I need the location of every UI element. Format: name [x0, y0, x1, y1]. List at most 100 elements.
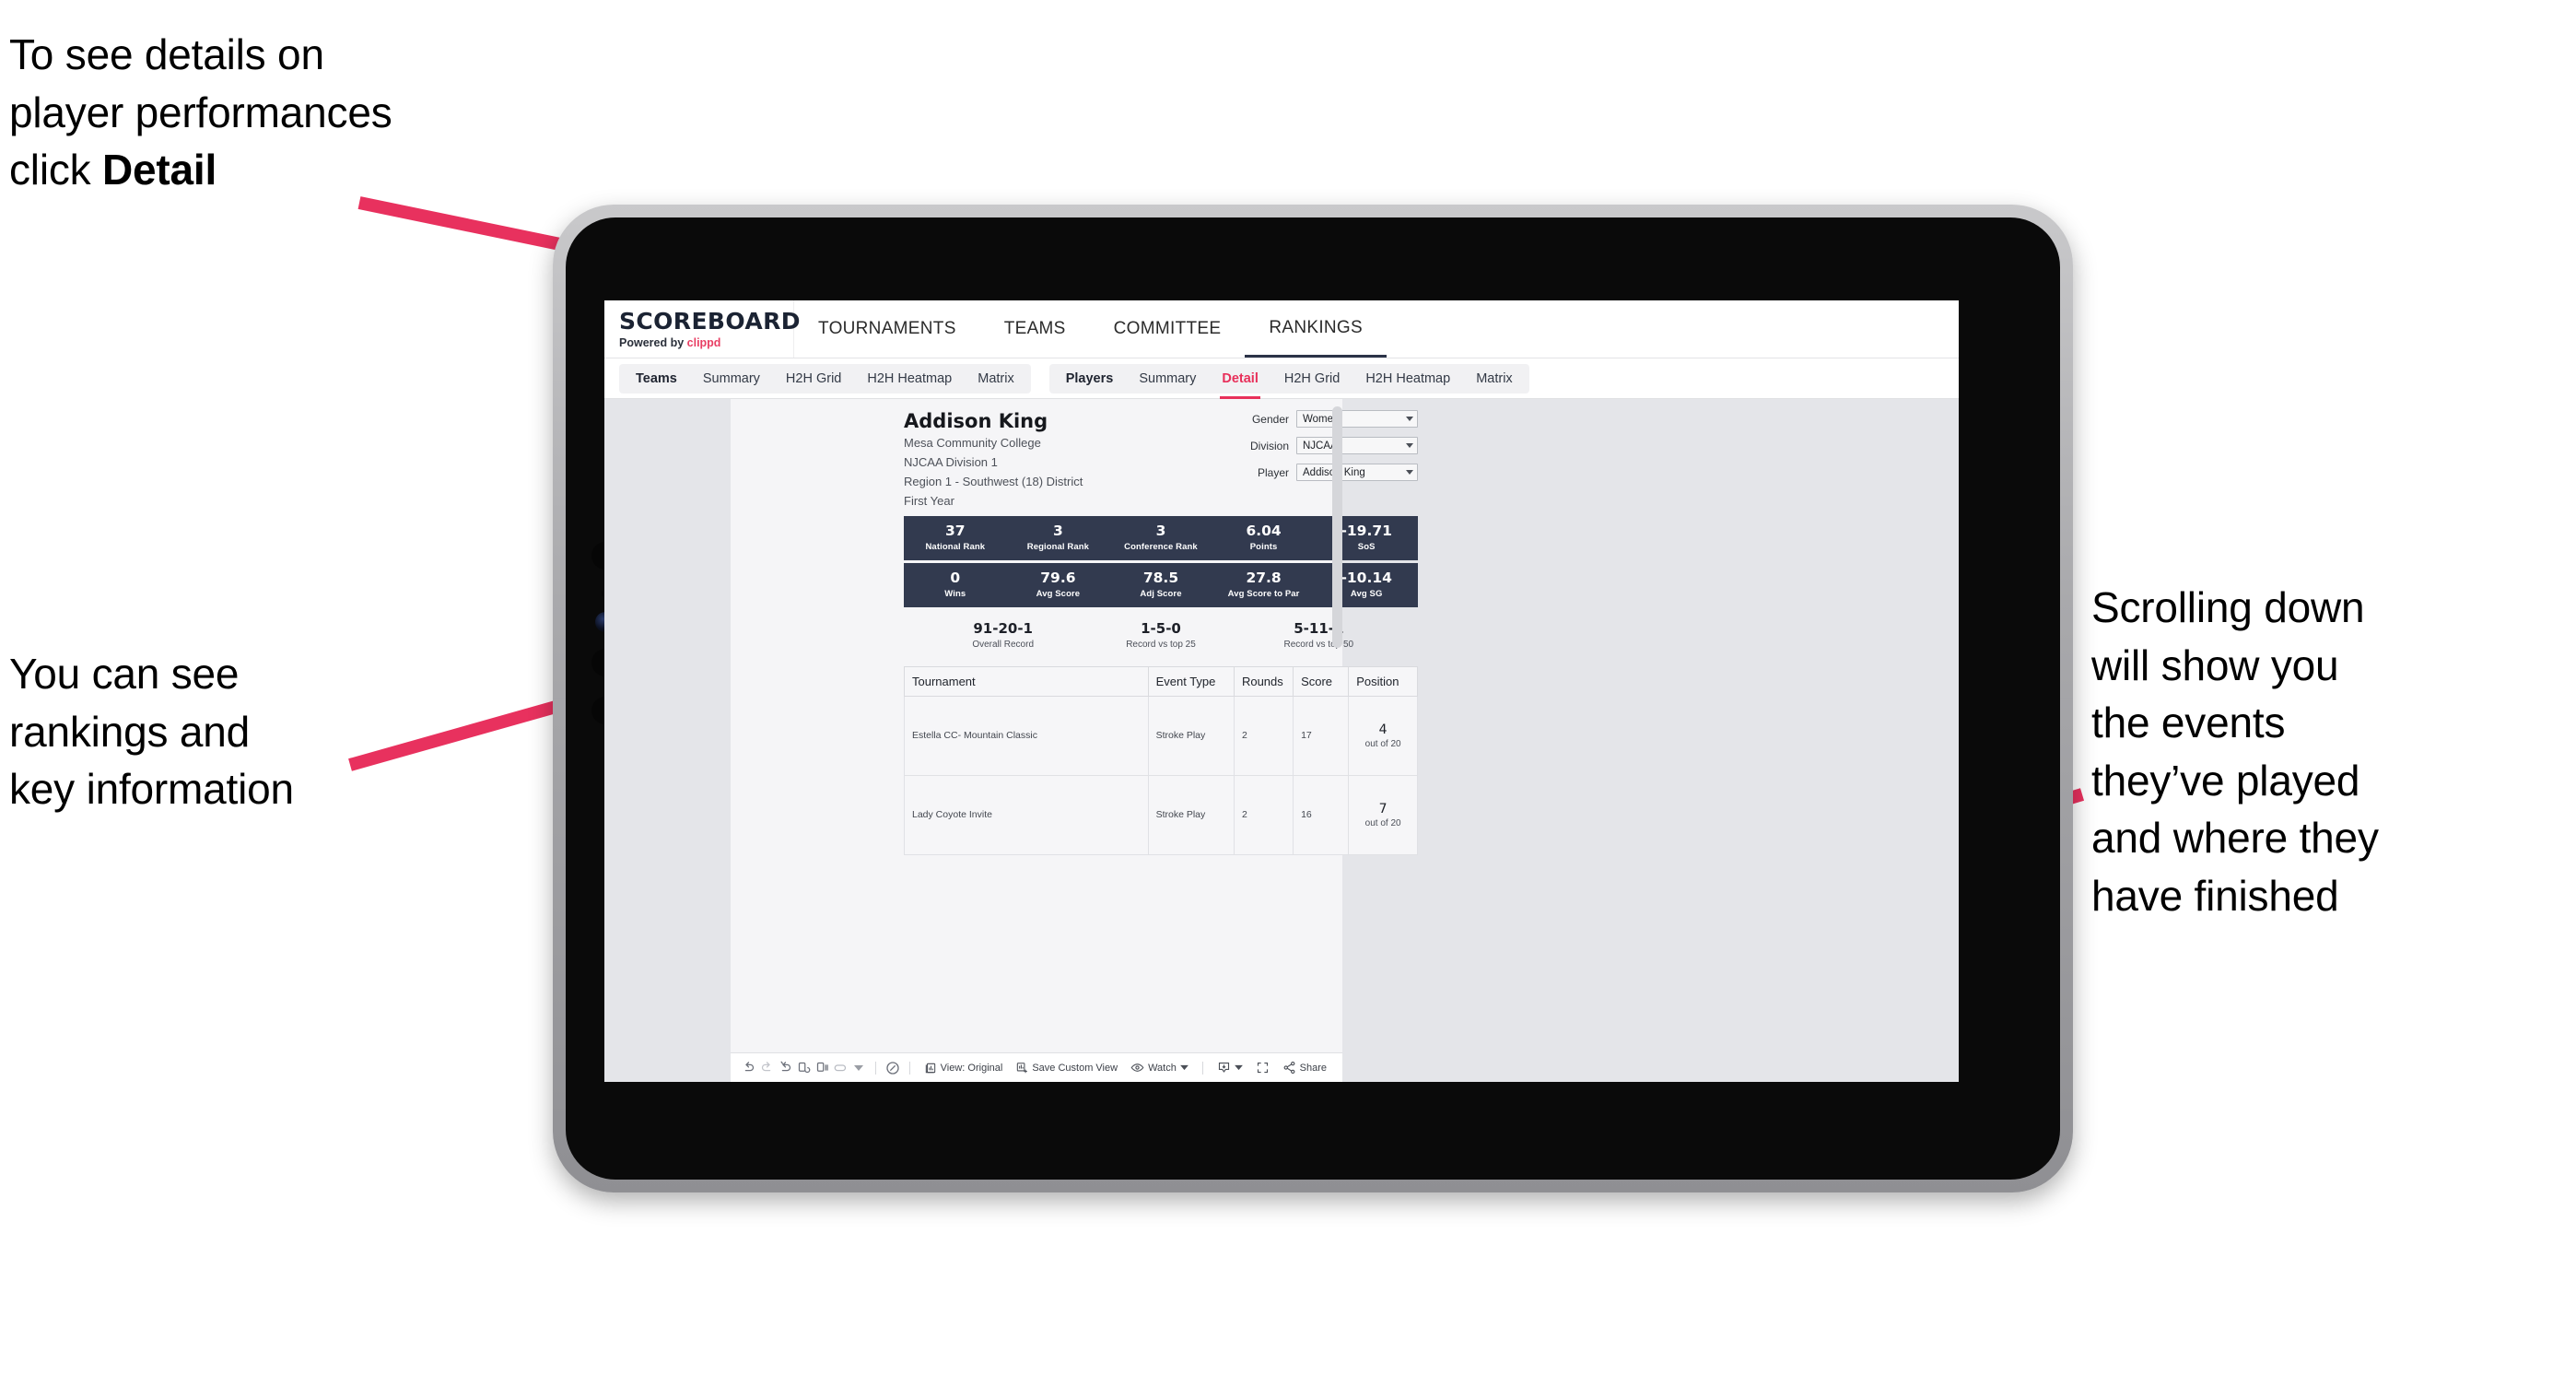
- pause-icon[interactable]: [814, 1058, 832, 1078]
- vertical-scrollbar[interactable]: [1332, 406, 1342, 648]
- tab-players-matrix[interactable]: Matrix: [1463, 364, 1525, 393]
- cell-score: 17: [1293, 695, 1350, 776]
- brand-subtitle: Powered by clippd: [619, 336, 793, 349]
- nav-item-teams[interactable]: TEAMS: [980, 300, 1090, 358]
- column-header-tournament[interactable]: Tournament: [904, 665, 1149, 697]
- stat-label: Conference Rank: [1124, 542, 1198, 552]
- stat-value: -19.71: [1341, 523, 1392, 540]
- record-value: 1-5-0: [1141, 619, 1181, 637]
- dropdown-caret-icon[interactable]: [849, 1058, 868, 1078]
- nav-item-committee[interactable]: COMMITTEE: [1090, 300, 1246, 358]
- watch-button[interactable]: Watch: [1124, 1061, 1195, 1075]
- table-row[interactable]: Lady Coyote Invite Stroke Play 2 16 7 ou…: [904, 774, 1418, 855]
- tab-players-summary[interactable]: Summary: [1126, 364, 1209, 393]
- chevron-down-icon: [1179, 1064, 1188, 1071]
- powered-by-text: Powered by: [619, 335, 687, 349]
- stat-label: SoS: [1357, 542, 1376, 552]
- stat-value: 37: [945, 523, 966, 540]
- tab-teams-summary[interactable]: Summary: [690, 364, 773, 393]
- events-table-body: Estella CC- Mountain Classic Stroke Play…: [904, 695, 1418, 855]
- table-row[interactable]: Estella CC- Mountain Classic Stroke Play…: [904, 695, 1418, 776]
- undo-icon[interactable]: [740, 1058, 758, 1078]
- position-out-of: out of 20: [1364, 738, 1401, 749]
- stat-label: Adj Score: [1140, 589, 1182, 599]
- highlight-icon[interactable]: [884, 1058, 902, 1078]
- save-custom-view-button[interactable]: Save Custom View: [1009, 1062, 1124, 1075]
- tablet-device-frame: SCOREBOARD Powered by clippd TOURNAMENTS…: [553, 205, 2073, 1192]
- stat-label: National Rank: [925, 542, 986, 552]
- stat-value: 3: [1052, 523, 1063, 540]
- position-out-of: out of 20: [1364, 817, 1401, 828]
- stat-avg-score: 79.6 Avg Score: [1007, 570, 1110, 599]
- tab-teams-h2h-heatmap[interactable]: H2H Heatmap: [854, 364, 965, 393]
- cell-tournament: Estella CC- Mountain Classic: [904, 695, 1149, 776]
- cell-rounds: 2: [1233, 695, 1294, 776]
- teams-tab-group: Teams Summary H2H Grid H2H Heatmap Matri…: [619, 363, 1031, 393]
- players-tab-group: Players Summary Detail H2H Grid H2H Heat…: [1048, 363, 1529, 399]
- filter-gender-select[interactable]: Women: [1296, 410, 1418, 428]
- teams-group-label: Teams: [636, 370, 677, 386]
- toolbar-divider: [1201, 1061, 1203, 1075]
- filter-player-label: Player: [1257, 465, 1289, 479]
- events-table-head: Tournament Event Type Rounds Score Posit…: [904, 665, 1418, 697]
- stat-value: 6.04: [1246, 523, 1282, 540]
- tab-players-h2h-grid[interactable]: H2H Grid: [1271, 364, 1352, 393]
- tab-teams-matrix[interactable]: Matrix: [965, 364, 1026, 393]
- cell-rounds: 2: [1233, 774, 1294, 855]
- position-value: 7: [1378, 801, 1388, 816]
- refresh-icon[interactable]: [795, 1058, 814, 1078]
- report-sheet: Addison King Mesa Community College NJCA…: [731, 399, 1418, 1082]
- record-label: Record vs top 50: [1283, 639, 1354, 650]
- brand-logo[interactable]: SCOREBOARD Powered by clippd: [604, 300, 801, 358]
- stat-wins: 0 Wins: [904, 570, 1007, 599]
- sub-navigation-bar: Teams Summary H2H Grid H2H Heatmap Matri…: [604, 358, 1959, 399]
- table-header-row: Tournament Event Type Rounds Score Posit…: [904, 665, 1418, 697]
- revert-icon[interactable]: [777, 1058, 795, 1078]
- brand-title: SCOREBOARD: [619, 307, 801, 335]
- share-label: Share: [1299, 1062, 1328, 1074]
- stat-label: Avg Score: [1036, 589, 1081, 599]
- player-school: Mesa Community College: [904, 435, 1041, 450]
- annotation-rankings: You can see rankings and key information: [9, 650, 294, 814]
- chevron-down-icon: [1406, 470, 1413, 475]
- main-navigation: TOURNAMENTS TEAMS COMMITTEE RANKINGS: [794, 300, 1387, 358]
- stat-label: Regional Rank: [1026, 542, 1090, 552]
- column-header-event-type[interactable]: Event Type: [1147, 665, 1235, 697]
- record-overall: 91-20-1 Overall Record: [924, 620, 1082, 650]
- column-header-rounds[interactable]: Rounds: [1233, 665, 1294, 697]
- redo-icon[interactable]: [758, 1058, 777, 1078]
- view-original-button[interactable]: View: Original: [918, 1062, 1010, 1075]
- stat-value: -10.14: [1341, 570, 1392, 587]
- column-header-position[interactable]: Position: [1348, 665, 1418, 697]
- share-button[interactable]: Share: [1276, 1061, 1333, 1075]
- filter-player-select[interactable]: Addison King: [1296, 464, 1418, 481]
- save-custom-view-label: Save Custom View: [1032, 1062, 1118, 1074]
- pill-shape-icon[interactable]: [831, 1058, 849, 1078]
- nav-item-tournaments[interactable]: TOURNAMENTS: [794, 300, 980, 358]
- app-top-bar: SCOREBOARD Powered by clippd TOURNAMENTS…: [604, 300, 1959, 358]
- chevron-down-icon: [1406, 443, 1413, 448]
- fullscreen-button[interactable]: [1249, 1061, 1276, 1075]
- column-header-score[interactable]: Score: [1293, 665, 1350, 697]
- cell-position: 4 out of 20: [1348, 695, 1418, 776]
- download-button[interactable]: [1211, 1061, 1249, 1075]
- tab-players-h2h-heatmap[interactable]: H2H Heatmap: [1352, 364, 1463, 393]
- stat-value: 79.6: [1040, 570, 1076, 587]
- dashboard-workspace: Addison King Mesa Community College NJCA…: [604, 399, 1959, 1082]
- annotation-detail: To see details on player performances cl…: [9, 26, 617, 199]
- record-vs-top-25: 1-5-0 Record vs top 25: [1082, 620, 1239, 650]
- chevron-down-icon: [1234, 1064, 1243, 1071]
- tab-teams-h2h-grid[interactable]: H2H Grid: [773, 364, 854, 393]
- clippd-wordmark: clippd: [686, 335, 721, 349]
- stat-avg-sg: -10.14 Avg SG: [1315, 570, 1418, 599]
- stat-national-rank: 37 National Rank: [904, 523, 1007, 552]
- record-label: Record vs top 25: [1126, 639, 1196, 650]
- nav-item-rankings[interactable]: RANKINGS: [1245, 300, 1387, 358]
- stat-value: 27.8: [1246, 570, 1282, 587]
- tab-players-detail[interactable]: Detail: [1209, 364, 1271, 399]
- filter-division-select[interactable]: NJCAA I: [1296, 437, 1418, 454]
- cell-event-type: Stroke Play: [1147, 774, 1235, 855]
- events-table: Tournament Event Type Rounds Score Posit…: [904, 665, 1418, 855]
- stat-value: 3: [1155, 523, 1166, 540]
- annotation-scrolling: Scrolling down will show you the events …: [2091, 583, 2379, 920]
